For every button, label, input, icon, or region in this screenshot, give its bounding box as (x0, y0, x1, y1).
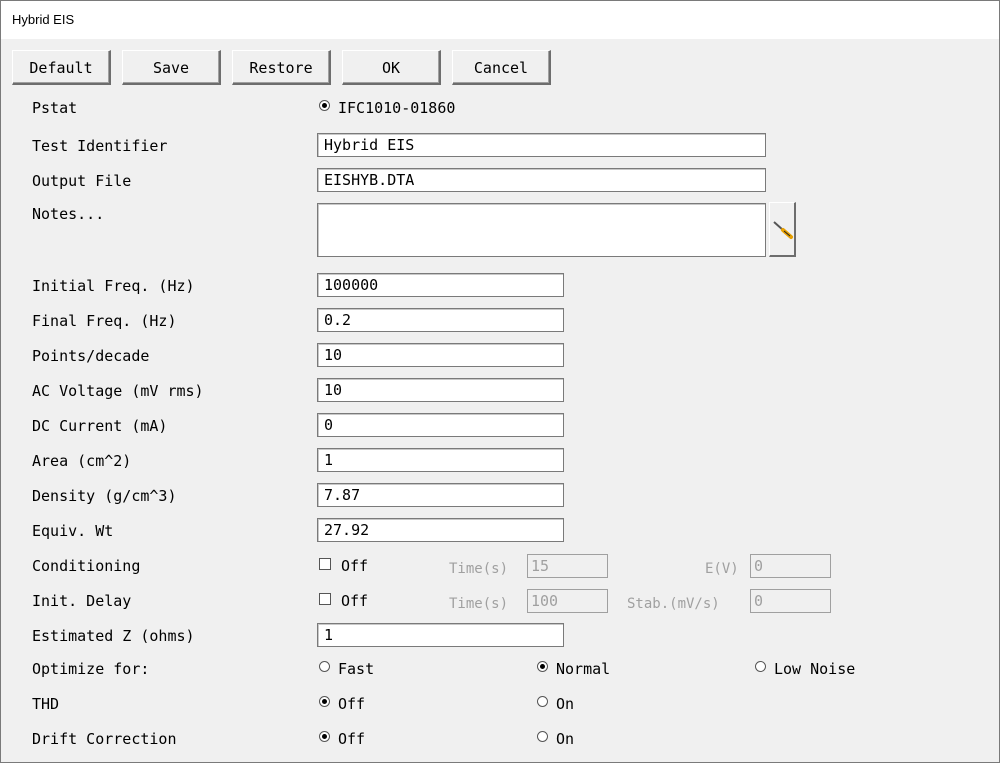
optimize-fast-label: Fast (338, 660, 375, 678)
radio-unselected-icon (755, 661, 766, 672)
optimize-radio-low-noise[interactable]: Low Noise (755, 660, 855, 678)
test-identifier-label: Test Identifier (32, 137, 168, 155)
optimize-label: Optimize for: (32, 660, 150, 678)
test-identifier-field[interactable]: Hybrid EIS (317, 133, 766, 157)
dialog-window: Hybrid EIS Default Save Restore OK Cance… (0, 0, 1000, 763)
density-label: Density (g/cm^3) (32, 487, 177, 505)
init-delay-checkbox[interactable]: Off (319, 592, 368, 610)
notes-label: Notes... (32, 205, 105, 223)
thd-radio-on[interactable]: On (537, 695, 574, 713)
points-decade-label: Points/decade (32, 347, 150, 365)
ac-voltage-field[interactable]: 10 (317, 378, 564, 402)
drift-radio-off[interactable]: Off (319, 730, 365, 748)
default-button[interactable]: Default (12, 50, 111, 85)
restore-button[interactable]: Restore (232, 50, 331, 85)
title-bar: Hybrid EIS (1, 1, 999, 39)
ok-button[interactable]: OK (342, 50, 441, 85)
drift-correction-label: Drift Correction (32, 730, 177, 748)
thd-on-label: On (556, 695, 575, 713)
conditioning-e-label: E(V) (705, 561, 739, 577)
output-file-field[interactable]: EISHYB.DTA (317, 168, 766, 192)
estimated-z-label: Estimated Z (ohms) (32, 627, 195, 645)
init-delay-time-label: Time(s) (449, 596, 509, 612)
init-delay-time-field[interactable]: 100 (527, 589, 608, 613)
init-delay-checkbox-label: Off (341, 592, 369, 610)
optimize-radio-normal[interactable]: Normal (537, 660, 610, 678)
init-delay-stab-field[interactable]: 0 (750, 589, 831, 613)
density-field[interactable]: 7.87 (317, 483, 564, 507)
radio-selected-icon (319, 731, 330, 742)
output-file-label: Output File (32, 172, 132, 190)
area-field[interactable]: 1 (317, 448, 564, 472)
equiv-wt-field[interactable]: 27.92 (317, 518, 564, 542)
optimize-normal-label: Normal (556, 660, 611, 678)
thd-radio-off[interactable]: Off (319, 695, 365, 713)
optimize-radio-fast[interactable]: Fast (319, 660, 374, 678)
init-delay-stab-label: Stab.(mV/s) (627, 596, 720, 612)
conditioning-e-field[interactable]: 0 (750, 554, 831, 578)
drift-on-label: On (556, 730, 575, 748)
checkbox-unchecked-icon (319, 557, 331, 570)
final-freq-label: Final Freq. (Hz) (32, 312, 177, 330)
radio-selected-icon (319, 100, 330, 111)
area-label: Area (cm^2) (32, 452, 132, 470)
drift-off-label: Off (338, 730, 366, 748)
final-freq-field[interactable]: 0.2 (317, 308, 564, 332)
radio-unselected-icon (537, 696, 548, 707)
screwdriver-icon (773, 221, 793, 239)
conditioning-time-field[interactable]: 15 (527, 554, 608, 578)
thd-off-label: Off (338, 695, 366, 713)
dc-current-field[interactable]: 0 (317, 413, 564, 437)
notes-field[interactable] (317, 203, 766, 257)
conditioning-checkbox-label: Off (341, 557, 369, 575)
save-button[interactable]: Save (122, 50, 221, 85)
pstat-radio[interactable]: IFC1010-01860 (319, 99, 455, 117)
points-decade-field[interactable]: 10 (317, 343, 564, 367)
estimated-z-field[interactable]: 1 (317, 623, 564, 647)
cancel-button[interactable]: Cancel (452, 50, 551, 85)
conditioning-time-label: Time(s) (449, 561, 509, 577)
initial-freq-field[interactable]: 100000 (317, 273, 564, 297)
conditioning-checkbox[interactable]: Off (319, 557, 368, 575)
radio-selected-icon (319, 696, 330, 707)
radio-selected-icon (537, 661, 548, 672)
radio-unselected-icon (537, 731, 548, 742)
dc-current-label: DC Current (mA) (32, 417, 168, 435)
initial-freq-label: Initial Freq. (Hz) (32, 277, 195, 295)
pstat-label: Pstat (32, 99, 78, 117)
drift-radio-on[interactable]: On (537, 730, 574, 748)
optimize-low-noise-label: Low Noise (774, 660, 856, 678)
init-delay-label: Init. Delay (32, 592, 132, 610)
conditioning-label: Conditioning (32, 557, 141, 575)
window-title: Hybrid EIS (12, 12, 75, 27)
checkbox-unchecked-icon (319, 592, 331, 605)
thd-label: THD (32, 695, 60, 713)
radio-unselected-icon (319, 661, 330, 672)
equiv-wt-label: Equiv. Wt (32, 522, 114, 540)
notes-edit-button[interactable] (769, 202, 796, 257)
ac-voltage-label: AC Voltage (mV rms) (32, 382, 204, 400)
pstat-value: IFC1010-01860 (338, 99, 456, 117)
